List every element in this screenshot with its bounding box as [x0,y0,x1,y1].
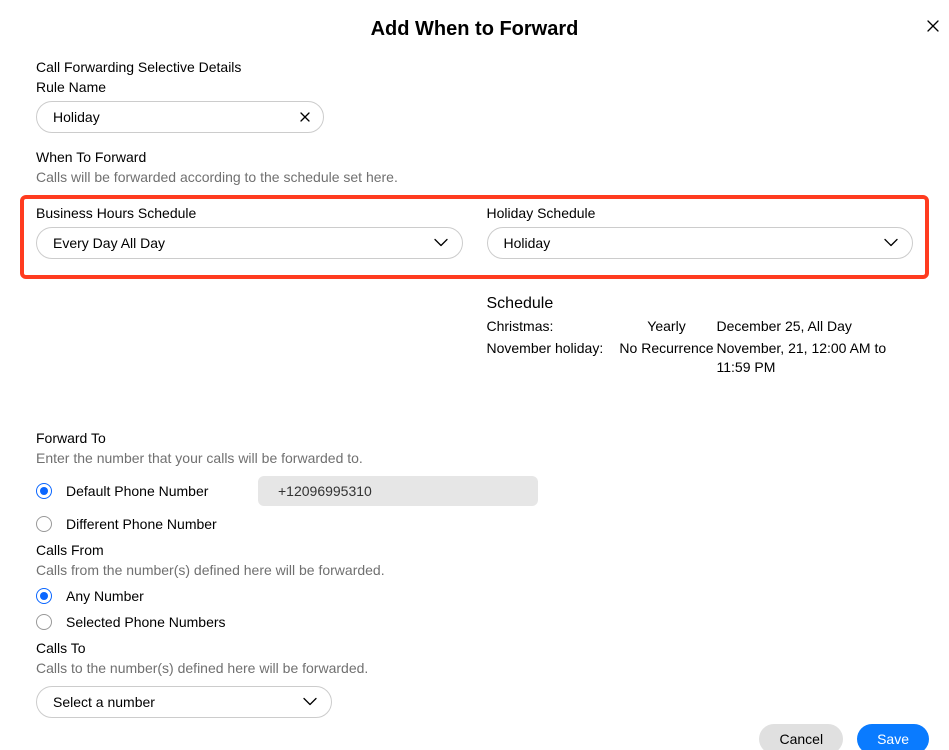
calls-from-hint: Calls from the number(s) defined here wi… [36,562,913,578]
different-phone-radio[interactable] [36,516,52,532]
cancel-button[interactable]: Cancel [759,724,843,750]
save-button[interactable]: Save [857,724,929,750]
schedule-recurrence: No Recurrence [617,339,717,378]
calls-from-label: Calls From [36,542,913,558]
calls-to-placeholder: Select a number [53,694,155,710]
rule-name-input[interactable]: Holiday [36,101,324,133]
schedule-time: December 25, All Day [717,317,914,337]
selected-numbers-label: Selected Phone Numbers [66,614,226,630]
rule-name-label: Rule Name [36,79,913,95]
any-number-label: Any Number [66,588,144,604]
selected-numbers-radio[interactable] [36,614,52,630]
details-section-label: Call Forwarding Selective Details [36,59,913,75]
add-when-to-forward-dialog: Add When to Forward Call Forwarding Sele… [0,18,949,750]
schedule-row: November holiday: No Recurrence November… [487,339,914,378]
holiday-schedule-label: Holiday Schedule [487,205,914,221]
any-number-radio[interactable] [36,588,52,604]
schedule-highlight: Business Hours Schedule Every Day All Da… [20,195,929,279]
default-phone-label: Default Phone Number [66,483,244,499]
calls-to-select[interactable]: Select a number [36,686,332,718]
holiday-schedule-select[interactable]: Holiday [487,227,914,259]
chevron-down-icon [303,697,317,706]
schedule-name: Christmas: [487,317,617,337]
when-section-label: When To Forward [36,149,913,165]
business-hours-value: Every Day All Day [53,235,165,251]
schedule-time: November, 21, 12:00 AM to 11:59 PM [717,339,914,378]
forward-to-hint: Enter the number that your calls will be… [36,450,913,466]
default-phone-value: +12096995310 [258,476,538,506]
schedule-title: Schedule [487,295,914,313]
close-icon[interactable] [927,20,939,36]
default-phone-radio[interactable] [36,483,52,499]
business-hours-label: Business Hours Schedule [36,205,463,221]
schedule-table: Schedule Christmas: Yearly December 25, … [487,295,914,378]
page-title: Add When to Forward [0,18,949,41]
calls-to-hint: Calls to the number(s) defined here will… [36,660,913,676]
forward-to-label: Forward To [36,430,913,446]
rule-name-value: Holiday [53,109,100,125]
schedule-row: Christmas: Yearly December 25, All Day [487,317,914,337]
clear-icon[interactable] [299,111,311,123]
holiday-schedule-value: Holiday [504,235,551,251]
dialog-footer: Cancel Save [759,724,929,750]
business-hours-select[interactable]: Every Day All Day [36,227,463,259]
schedule-name: November holiday: [487,339,617,378]
when-hint: Calls will be forwarded according to the… [36,169,913,185]
different-phone-label: Different Phone Number [66,516,217,532]
schedule-recurrence: Yearly [617,317,717,337]
chevron-down-icon [884,239,898,248]
chevron-down-icon [434,239,448,248]
calls-to-label: Calls To [36,640,913,656]
